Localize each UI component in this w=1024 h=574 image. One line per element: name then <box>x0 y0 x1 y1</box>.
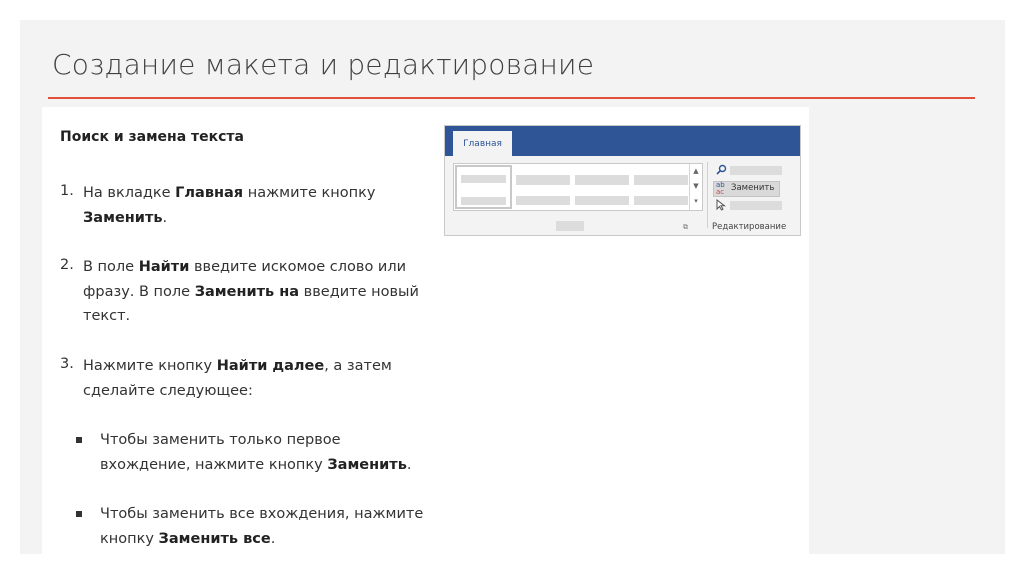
bullet-marker <box>76 511 82 517</box>
step-number: 2. <box>60 257 74 273</box>
cursor-icon[interactable] <box>716 198 726 214</box>
bullet-2-text: Чтобы заменить все вхождения, нажмите кн… <box>100 506 424 547</box>
placeholder-bar <box>575 175 629 185</box>
dialog-launcher-icon[interactable]: ⧉ <box>683 223 688 232</box>
tab-home[interactable]: Главная <box>453 131 512 156</box>
gallery-item-selected[interactable] <box>455 165 512 209</box>
scroll-down-icon[interactable]: ▼ <box>690 179 702 194</box>
ribbon-screenshot: Главная ▲ ▼ ▾ ⧉ ab ac Заменить Редактиро… <box>444 125 801 236</box>
placeholder-bar <box>556 221 584 231</box>
placeholder-bar <box>516 196 570 205</box>
replace-icon: ab ac <box>716 181 725 196</box>
placeholder-bar <box>516 175 570 185</box>
placeholder-bar <box>730 201 782 210</box>
bullet-marker <box>76 437 82 443</box>
styles-gallery[interactable]: ▲ ▼ ▾ <box>453 163 703 211</box>
bullet-1-text: Чтобы заменить только первое вхождение, … <box>100 432 412 473</box>
step-number: 1. <box>60 183 74 199</box>
placeholder-bar <box>730 166 782 175</box>
editing-group-label: Редактирование <box>712 222 787 232</box>
more-icon[interactable]: ▾ <box>690 194 702 209</box>
article-heading: Поиск и замена текста <box>60 129 244 145</box>
title-underline <box>48 97 975 99</box>
step-number: 3. <box>60 356 74 372</box>
placeholder-bar <box>461 197 506 205</box>
replace-label: Заменить <box>731 183 775 193</box>
replace-button[interactable]: ab ac Заменить <box>713 181 780 197</box>
search-icon[interactable] <box>716 164 727 178</box>
step-2-text: В поле Найти введите искомое слово или ф… <box>83 259 419 324</box>
slide-title: Создание макета и редактирование <box>52 48 595 81</box>
placeholder-bar <box>575 196 629 205</box>
gallery-scrollbar[interactable]: ▲ ▼ ▾ <box>689 164 702 210</box>
scroll-up-icon[interactable]: ▲ <box>690 164 702 179</box>
group-separator <box>707 162 708 228</box>
placeholder-bar <box>634 175 688 185</box>
placeholder-bar <box>634 196 688 205</box>
step-3-text: Нажмите кнопку Найти далее, а затем сдел… <box>83 358 392 399</box>
placeholder-bar <box>461 175 506 183</box>
step-1-text: На вкладке Главная нажмите кнопку Замени… <box>83 185 376 226</box>
